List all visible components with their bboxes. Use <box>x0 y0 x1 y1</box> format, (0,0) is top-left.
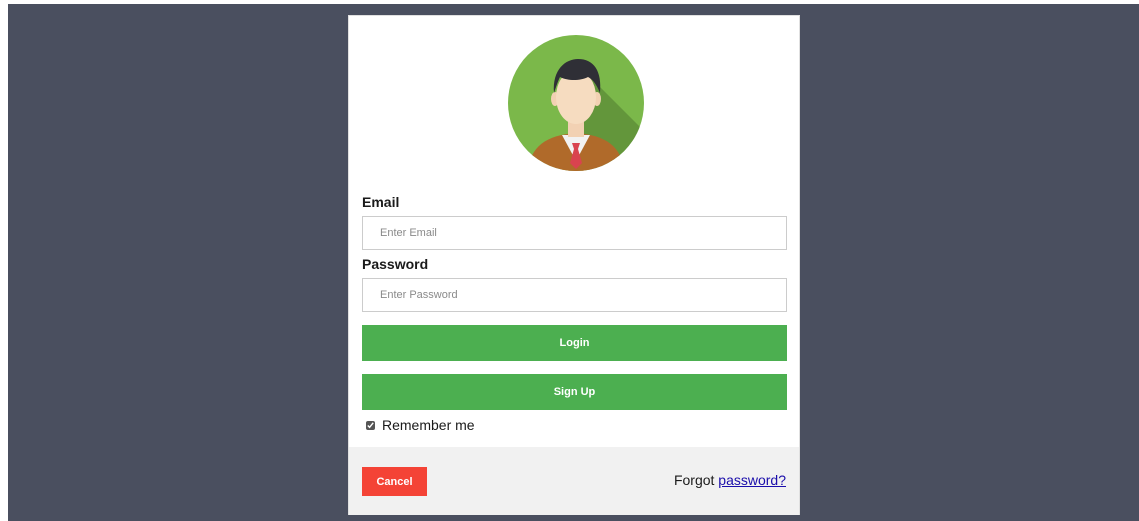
user-avatar-icon <box>508 35 644 171</box>
remember-me-row: Remember me <box>366 417 475 433</box>
remember-me-checkbox[interactable] <box>366 420 375 430</box>
remember-me-label: Remember me <box>382 417 475 433</box>
forgot-password-link[interactable]: password? <box>718 472 786 488</box>
password-label: Password <box>362 256 429 272</box>
login-modal: Email Password Login Sign Up Remember me… <box>348 15 800 515</box>
email-label: Email <box>362 194 400 210</box>
signup-button[interactable]: Sign Up <box>362 374 787 410</box>
modal-footer: Cancel Forgot password? <box>349 447 799 515</box>
forgot-password-text: Forgot password? <box>674 472 786 488</box>
email-input[interactable] <box>362 216 787 250</box>
cancel-button[interactable]: Cancel <box>362 467 427 496</box>
login-button[interactable]: Login <box>362 325 787 361</box>
password-input[interactable] <box>362 278 787 312</box>
forgot-prefix: Forgot <box>673 472 715 488</box>
